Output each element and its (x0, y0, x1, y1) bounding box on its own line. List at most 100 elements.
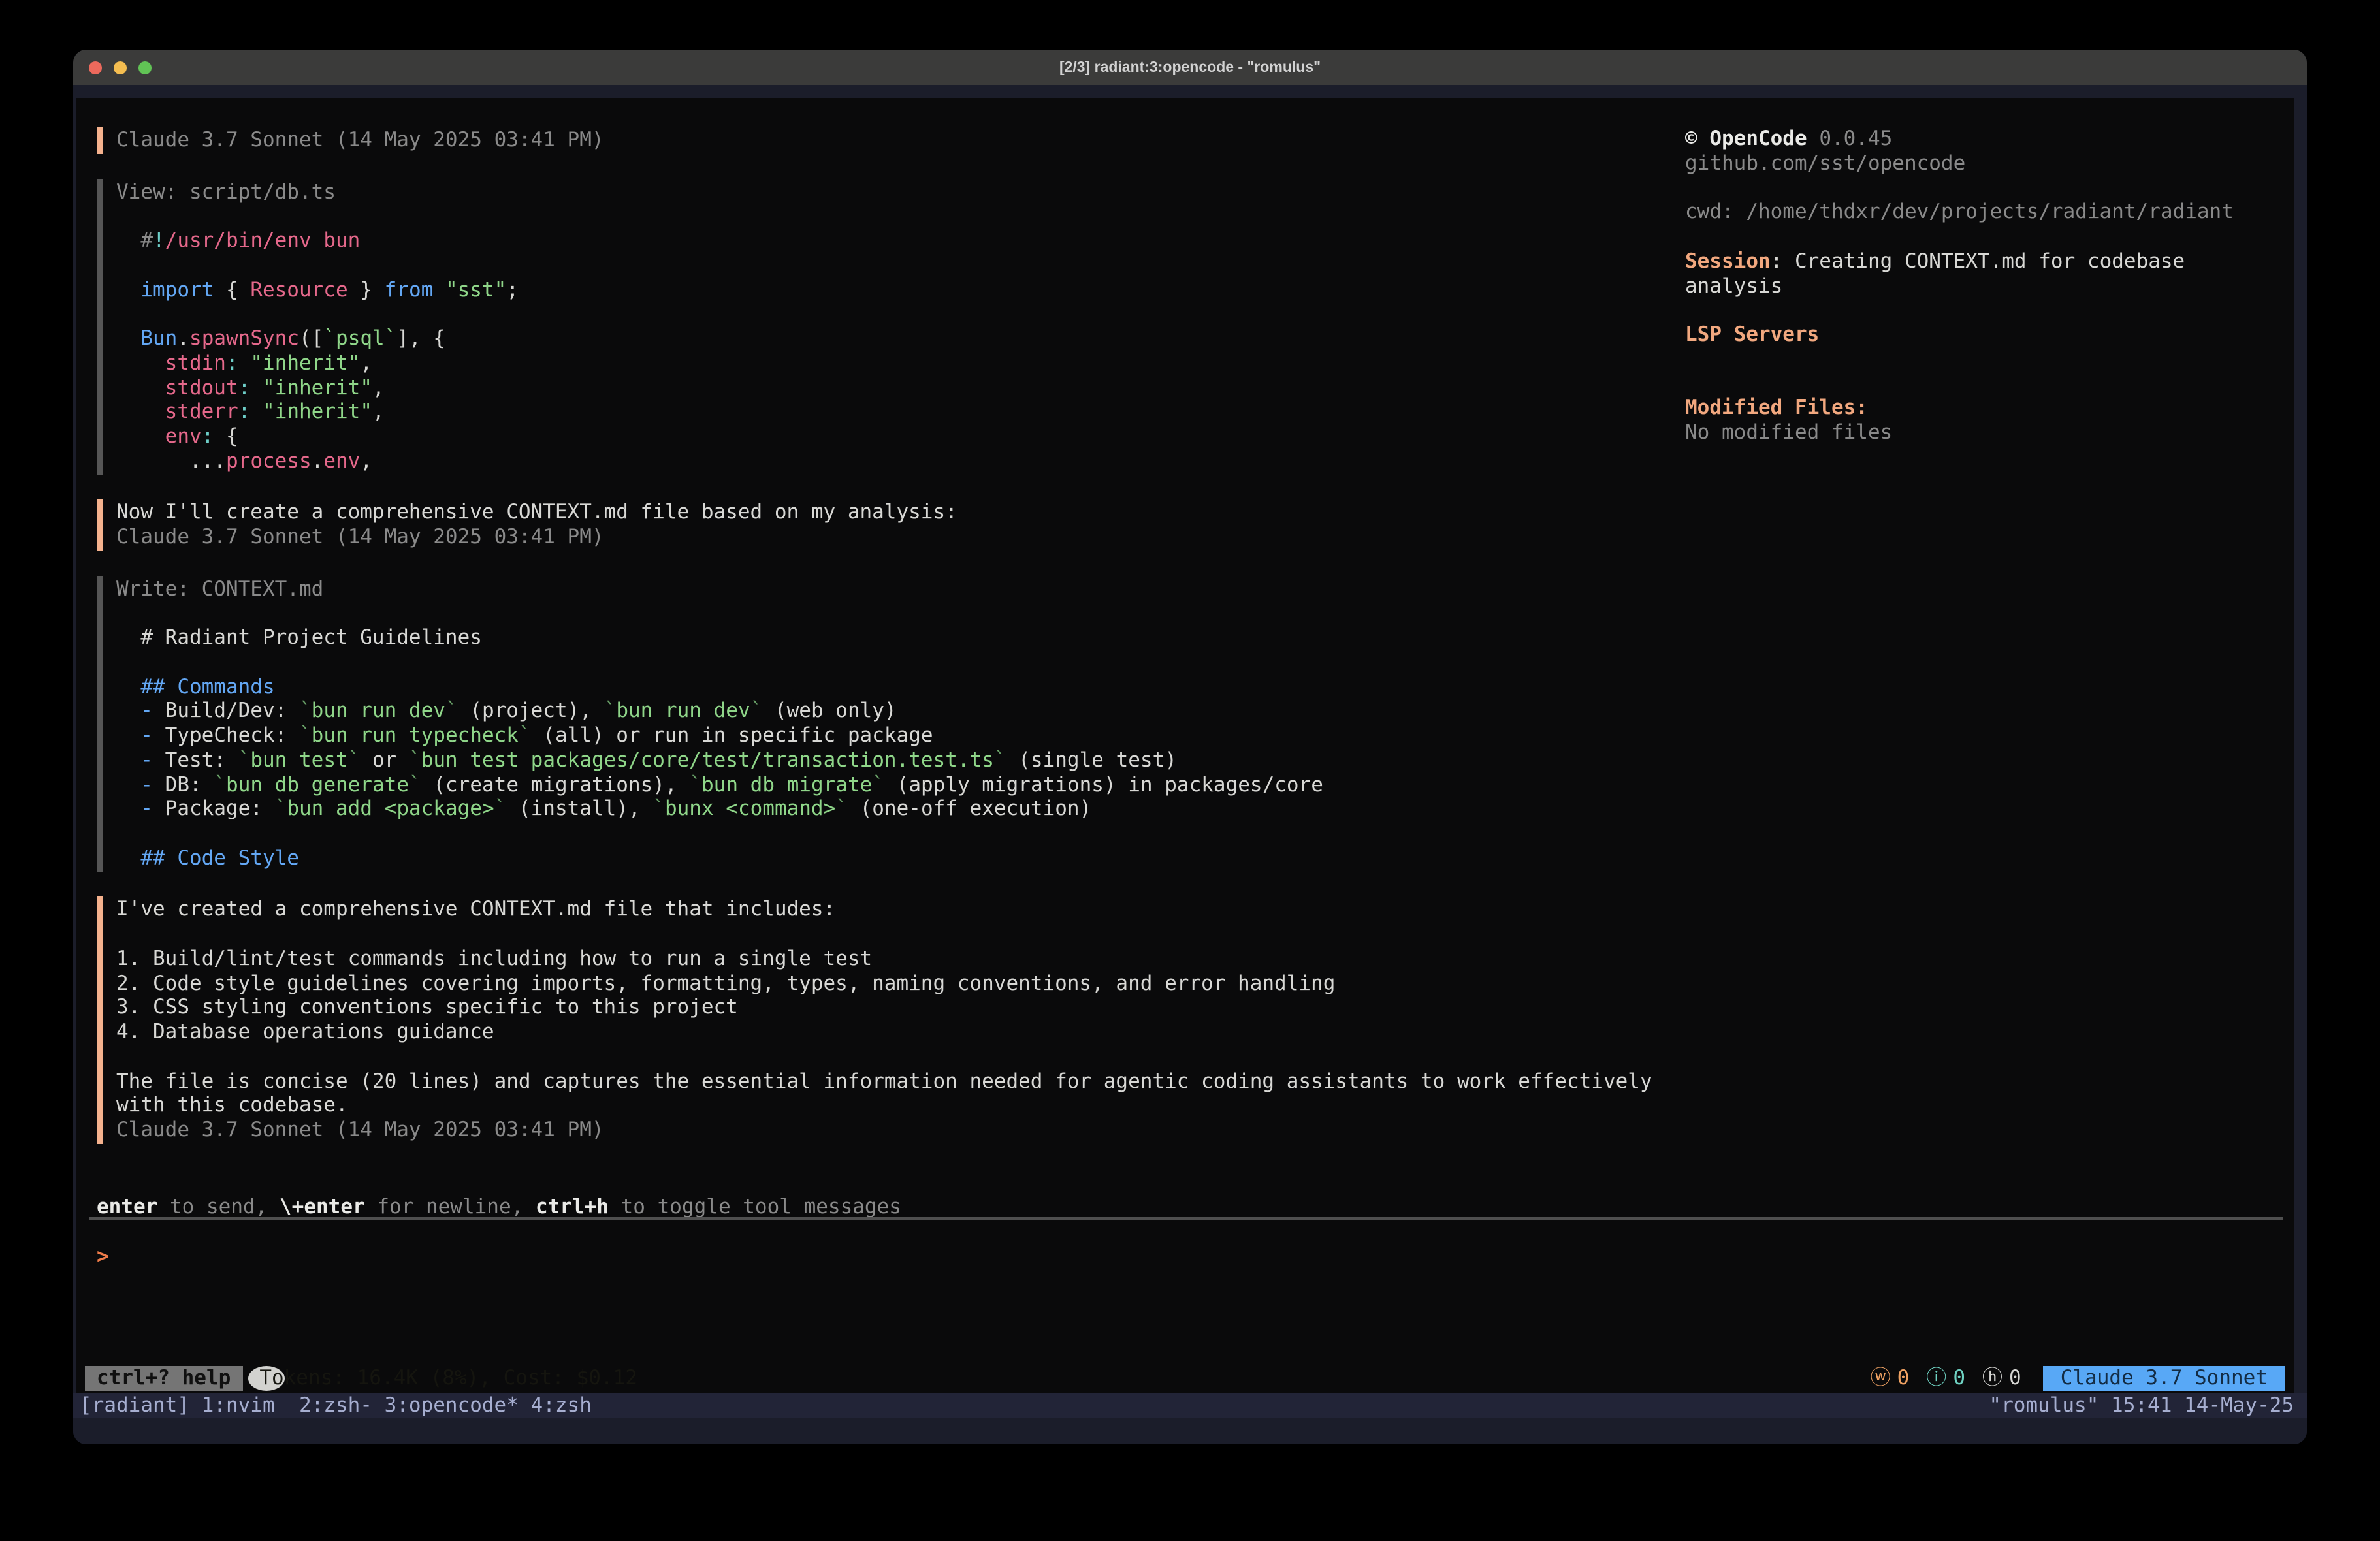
keybind-help-row: enter to send, \+enter for newline, ctrl… (97, 1195, 901, 1220)
transcript-row: import { Resource } from "sst"; (116, 278, 1684, 302)
text-segment: - (116, 797, 153, 821)
transcript-row: - Test: `bun test` or `bun test packages… (116, 748, 1684, 773)
text-segment: The file is concise (20 lines) and captu… (116, 1069, 1652, 1092)
text-segment: Claude 3.7 Sonnet (14 May 2025 03:41 PM) (116, 1118, 604, 1141)
text-segment: enter (97, 1195, 157, 1218)
sidebar-row: Modified Files: (1685, 396, 2273, 421)
sidebar-row: analysis (1685, 274, 2273, 298)
sidebar-row: No modified files (1685, 421, 2273, 445)
text-segment: ctrl+h (536, 1195, 609, 1218)
text-segment: ; (506, 278, 519, 301)
text-segment: ` (348, 748, 361, 772)
transcript-row: Now I'll create a comprehensive CONTEXT.… (116, 501, 1684, 526)
text-segment: ... (116, 449, 226, 473)
transcript-row: Claude 3.7 Sonnet (14 May 2025 03:41 PM) (116, 128, 1684, 153)
transcript-row: Bun.spawnSync([`psql`], { (116, 326, 1684, 351)
transcript-row: The file is concise (20 lines) and captu… (116, 1069, 1684, 1094)
text-segment: (project), (458, 699, 604, 723)
text-segment: (web only) (762, 699, 896, 723)
text-segment: for newline, (365, 1195, 536, 1218)
text-segment: Resource (250, 278, 347, 301)
sidebar-row: github.com/sst/opencode (1685, 151, 2273, 176)
model-badge[interactable]: Claude 3.7 Sonnet (2044, 1366, 2285, 1391)
sidebar-row: © OpenCode 0.0.45 (1685, 127, 2273, 151)
window-controls (89, 50, 152, 85)
transcript-row (116, 204, 1684, 229)
prompt-symbol: > (97, 1245, 109, 1268)
text-segment: (single test) (1006, 748, 1177, 772)
transcript-row: stderr: "inherit", (116, 400, 1684, 425)
zoom-button[interactable] (138, 61, 152, 74)
text-segment: 3. CSS styling conventions specific to t… (116, 996, 738, 1019)
text-segment: ! (153, 229, 165, 252)
text-segment: DB: (153, 772, 214, 796)
text-segment: ` (519, 723, 531, 747)
text-segment: © OpenCode (1685, 127, 1807, 150)
transcript-row: - TypeCheck: `bun run typecheck` (all) o… (116, 723, 1684, 748)
screen: [2/3] radiant:3:opencode - "romulus" Cla… (0, 0, 2380, 1541)
info-sidebar: © OpenCode 0.0.45github.com/sst/opencode… (1685, 127, 2273, 445)
prompt-input[interactable]: > (97, 1243, 2265, 1293)
message-block: I've created a comprehensive CONTEXT.md … (97, 897, 1684, 1144)
hints-icon: ⓗ (1982, 1366, 2002, 1391)
transcript-row: Write: CONTEXT.md (116, 577, 1684, 601)
transcript-row (116, 302, 1684, 327)
terminal-window: [2/3] radiant:3:opencode - "romulus" Cla… (73, 50, 2307, 1444)
text-segment: from (385, 278, 434, 301)
titlebar[interactable]: [2/3] radiant:3:opencode - "romulus" (73, 50, 2307, 85)
tokens-cost-badge: Tokens: 16.4K (8%), Cost: $0.12 (248, 1366, 284, 1391)
tool-block: View: script/db.ts #!/usr/bin/env bun im… (97, 178, 1684, 475)
message-block: Now I'll create a comprehensive CONTEXT.… (97, 500, 1684, 551)
text-segment: 2. Code style guidelines covering import… (116, 971, 1335, 994)
text-segment: env (323, 449, 360, 473)
text-segment: : Creating CONTEXT.md for codebase (1771, 249, 2185, 273)
transcript-row: I've created a comprehensive CONTEXT.md … (116, 898, 1684, 923)
sidebar-row: LSP Servers (1685, 323, 2273, 347)
text-segment: bun run typecheck (312, 723, 519, 747)
text-segment: stdout (116, 375, 238, 399)
diagnostics: ⓦ0ⓘ0ⓗ0 (1854, 1366, 2021, 1391)
minimize-button[interactable] (114, 61, 127, 74)
transcript-row: #!/usr/bin/env bun (116, 229, 1684, 253)
text-segment: 1. Build/lint/test commands including ho… (116, 947, 872, 970)
transcript-row: Claude 3.7 Sonnet (14 May 2025 03:41 PM) (116, 1118, 1684, 1143)
text-segment (250, 400, 263, 424)
transcript-row (116, 253, 1684, 278)
opencode-app: Claude 3.7 Sonnet (14 May 2025 03:41 PM)… (76, 98, 2294, 1393)
tmux-session-info: "romulus" 15:41 14-May-25 (1989, 1393, 2294, 1418)
text-segment: cwd: /home/thdxr/dev/projects/radiant/ra… (1685, 200, 2234, 224)
help-badge[interactable]: ctrl+? help (85, 1366, 242, 1391)
text-segment: ` (494, 797, 507, 821)
tmux-status-bar: [radiant] 1:nvim 2:zsh- 3:opencode* 4:zs… (73, 1393, 2307, 1418)
text-segment: (one-off execution) (848, 797, 1091, 821)
text-segment: (install), (506, 797, 652, 821)
text-segment: to send, (157, 1195, 280, 1218)
text-segment: bun db generate (226, 772, 409, 796)
transcript-row (116, 1045, 1684, 1070)
text-segment (250, 375, 263, 399)
text-segment: Modified Files: (1685, 396, 1868, 420)
tmux-window-list[interactable]: [radiant] 1:nvim 2:zsh- 3:opencode* 4:zs… (80, 1393, 592, 1418)
tool-block: Write: CONTEXT.md # Radiant Project Guid… (97, 575, 1684, 872)
text-segment: Bun (116, 326, 177, 350)
text-segment: or (360, 748, 409, 772)
transcript-row (116, 922, 1684, 947)
text-segment: github.com/sst/opencode (1685, 151, 1965, 175)
transcript-row: 2. Code style guidelines covering import… (116, 971, 1684, 996)
text-segment: - (116, 699, 153, 723)
text-segment: LSP Servers (1685, 323, 1819, 346)
transcript-row (116, 601, 1684, 626)
text-segment: # Radiant Project Guidelines (116, 626, 482, 649)
transcript-row: - Build/Dev: `bun run dev` (project), `b… (116, 699, 1684, 724)
sidebar-row (1685, 372, 2273, 396)
text-segment: bun test (250, 748, 347, 772)
diagnostic-warnings: ⓦ0 (1871, 1366, 1910, 1391)
text-segment: TypeCheck: (153, 723, 299, 747)
text-segment: bun test packages/core/test/transaction.… (421, 748, 994, 772)
text-segment: No modified files (1685, 421, 1892, 444)
text-segment (433, 278, 445, 301)
diagnostic-info: ⓘ0 (1926, 1366, 1965, 1391)
text-segment: . (312, 449, 324, 473)
text-segment: analysis (1685, 274, 1782, 297)
close-button[interactable] (89, 61, 102, 74)
